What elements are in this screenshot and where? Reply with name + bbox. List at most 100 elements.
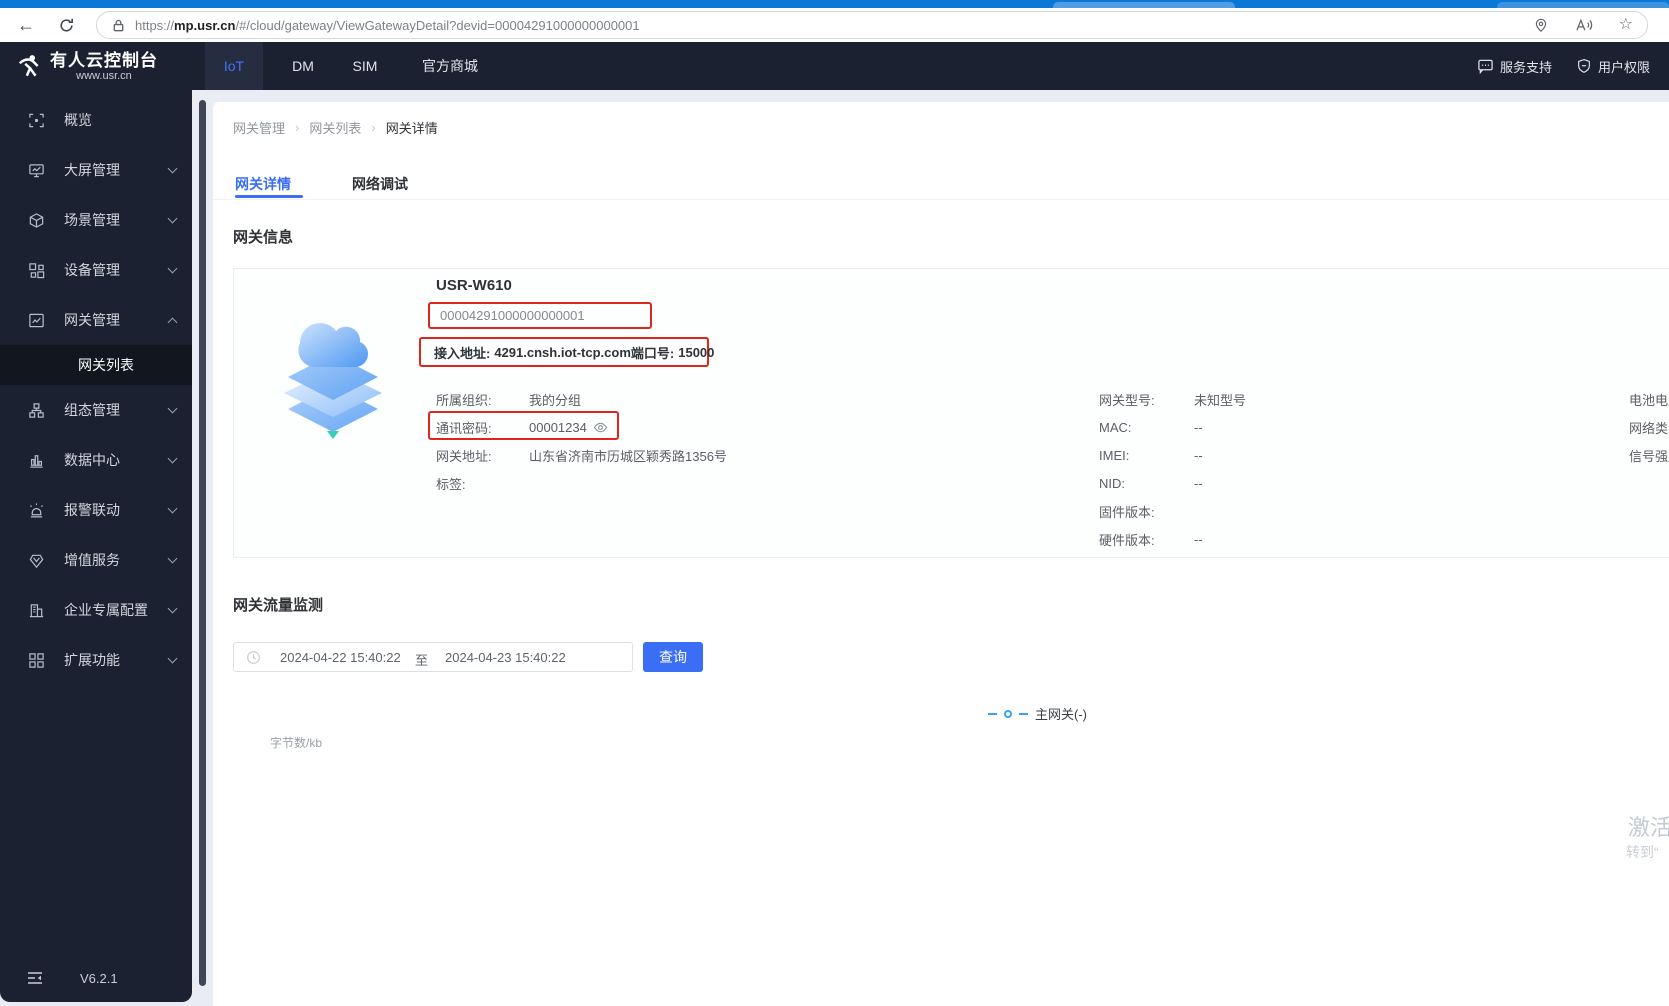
sidebar-item-scene-mgmt[interactable]: 场景管理 — [0, 195, 192, 245]
app-logo[interactable]: 有人云控制台 www.usr.cn — [0, 42, 205, 90]
breadcrumb-gateway-mgmt[interactable]: 网关管理 — [233, 118, 285, 137]
main-area: 网关管理 › 网关列表 › 网关详情 网关详情 网络调试 网关信息 USR-W6… — [192, 90, 1669, 1006]
legend-label: 主网关(-) — [1035, 707, 1087, 722]
bar-chart-icon — [28, 452, 45, 469]
sidebar-item-config-mgmt[interactable]: 组态管理 — [0, 385, 192, 435]
overview-icon — [28, 112, 45, 129]
date-range-input[interactable]: 2024-04-22 15:40:22 至 2024-04-23 15:40:2… — [233, 642, 633, 672]
field-value: -- — [1194, 531, 1203, 547]
chevron-down-icon — [167, 653, 178, 664]
top-nav: IoT DM SIM 官方商城 — [205, 42, 495, 90]
sidebar-item-label: 场景管理 — [64, 212, 120, 228]
comm-password-annotation-box — [428, 411, 619, 440]
field-label: 固件版本: — [1099, 504, 1155, 520]
sidebar-item-overview[interactable]: 概览 — [0, 95, 192, 145]
nav-dm[interactable]: DM — [283, 42, 323, 90]
window-top-strip — [0, 0, 1669, 8]
field-label: 硬件版本: — [1099, 532, 1155, 548]
favorite-star-icon[interactable]: ☆ — [1619, 17, 1633, 33]
sidebar-item-label: 扩展功能 — [64, 652, 120, 668]
nav-official-mall[interactable]: 官方商城 — [405, 42, 495, 90]
field-value: -- — [1194, 419, 1203, 435]
gateway-name: USR-W610 — [436, 277, 512, 294]
sidebar-item-value-added[interactable]: 增值服务 — [0, 535, 192, 585]
legend-dot-icon — [1004, 709, 1012, 718]
browser-address-bar[interactable]: https://mp.usr.cn/#/cloud/gateway/ViewGa… — [96, 11, 1648, 39]
chevron-up-icon — [167, 317, 178, 328]
chart-legend[interactable]: 主网关(-) — [988, 704, 1087, 723]
field-value: 未知型号 — [1194, 392, 1247, 408]
field-value: -- — [1194, 475, 1203, 491]
date-separator: 至 — [415, 653, 429, 668]
browser-chrome: ← https://mp.usr.cn/#/cloud/gateway/View… — [0, 0, 1669, 42]
read-aloud-icon[interactable] — [1575, 17, 1593, 33]
service-support-label: 服务支持 — [1499, 59, 1552, 75]
browser-toolbar: ← https://mp.usr.cn/#/cloud/gateway/View… — [0, 8, 1669, 42]
windows-activation-watermark: 激活 — [1628, 815, 1669, 840]
device-id: 00004291000000000001 — [440, 308, 585, 323]
url-host: mp.usr.cn — [174, 17, 236, 33]
field-value: 我的分组 — [529, 392, 582, 408]
tab-network-debug[interactable]: 网络调试 — [352, 174, 408, 194]
big-screen-icon — [28, 162, 45, 179]
chevron-down-icon — [167, 453, 178, 464]
chevron-down-icon — [167, 553, 178, 564]
scene-cube-icon — [28, 212, 45, 229]
chevron-down-icon — [167, 163, 178, 174]
field-row-gateway-address: 网关地址: 山东省济南市历城区颖秀路1356号 — [436, 441, 727, 469]
sidebar-item-data-center[interactable]: 数据中心 — [0, 435, 192, 485]
url-scheme: https:// — [135, 17, 175, 33]
field-row-signal: 信号强度 — [1629, 441, 1669, 469]
user-permission-label: 用户权限 — [1597, 59, 1650, 75]
date-start[interactable]: 2024-04-22 15:40:22 — [280, 650, 401, 665]
cloud-device-illustration — [270, 281, 396, 451]
location-icon[interactable] — [1533, 17, 1549, 33]
shield-icon — [1576, 58, 1592, 74]
sidebar-collapse-button[interactable] — [26, 969, 46, 989]
query-button[interactable]: 查询 — [643, 642, 703, 672]
app-header: 有人云控制台 www.usr.cn IoT DM SIM 官方商城 服务支持 用… — [0, 42, 1669, 90]
chevron-down-icon — [167, 213, 178, 224]
breadcrumb-current: 网关详情 — [385, 121, 438, 136]
scrollbar[interactable] — [199, 100, 206, 986]
info-fields-left: 所属组织: 我的分组 通讯密码: 00001234 网关地址: 山东省济南市历城… — [436, 385, 727, 497]
user-permission-button[interactable]: 用户权限 — [1576, 57, 1650, 76]
building-icon — [28, 602, 45, 619]
section-title-gateway-info: 网关信息 — [233, 229, 294, 246]
chevron-down-icon — [167, 263, 178, 274]
alarm-icon — [28, 502, 45, 519]
section-title-traffic: 网关流量监测 — [233, 597, 324, 614]
sidebar-item-extensions[interactable]: 扩展功能 — [0, 635, 192, 685]
access-address-annotation-box: 接入地址: 4291.cnsh.iot-tcp.com 端口号: 15000 — [419, 337, 714, 367]
info-fields-middle: 网关型号: 未知型号 MAC: -- IMEI: -- NID: -- 固件版本… — [1099, 385, 1246, 553]
field-label: 网关型号: — [1099, 392, 1155, 408]
legend-line-icon — [988, 712, 997, 715]
sidebar-item-screen-mgmt[interactable]: 大屏管理 — [0, 145, 192, 195]
sidebar-item-label: 报警联动 — [64, 502, 120, 518]
chevron-down-icon — [167, 603, 178, 614]
app-version: V6.2.1 — [80, 971, 118, 986]
sidebar-item-label: 数据中心 — [64, 452, 120, 468]
breadcrumb-gateway-list[interactable]: 网关列表 — [309, 118, 361, 137]
sidebar-item-gateway-mgmt[interactable]: 网关管理 — [0, 295, 192, 345]
sidebar-item-label: 组态管理 — [64, 402, 120, 418]
browser-back-button[interactable]: ← — [12, 11, 40, 39]
field-label: 标签: — [436, 476, 466, 492]
tab-gateway-detail[interactable]: 网关详情 — [235, 174, 291, 194]
breadcrumb-separator: › — [295, 120, 300, 135]
nav-sim[interactable]: SIM — [343, 42, 387, 90]
field-row-model: 网关型号: 未知型号 — [1099, 385, 1246, 413]
chat-icon — [1477, 58, 1494, 74]
sidebar-item-alarm-linkage[interactable]: 报警联动 — [0, 485, 192, 535]
nav-iot[interactable]: IoT — [205, 42, 263, 90]
field-label: 电池电量 — [1629, 392, 1669, 408]
sidebar-item-enterprise-config[interactable]: 企业专属配置 — [0, 585, 192, 635]
service-support-button[interactable]: 服务支持 — [1477, 57, 1552, 76]
sidebar-item-device-mgmt[interactable]: 设备管理 — [0, 245, 192, 295]
field-row-hardware: 硬件版本: -- — [1099, 525, 1246, 553]
date-end[interactable]: 2024-04-23 15:40:22 — [445, 650, 566, 665]
sidebar-item-gateway-list[interactable]: 网关列表 — [0, 345, 192, 385]
browser-refresh-button[interactable] — [52, 11, 80, 39]
sidebar-item-label: 网关管理 — [64, 312, 120, 328]
app-title: 有人云控制台 — [50, 50, 158, 70]
